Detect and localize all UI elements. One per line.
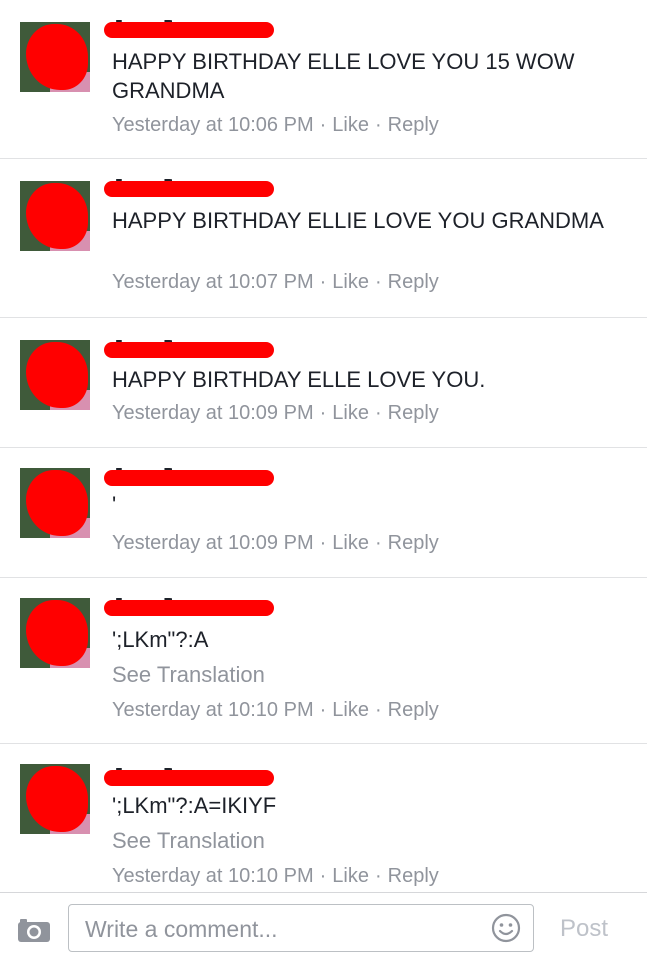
commenter-name[interactable]: Jean Denise: [104, 764, 274, 788]
redaction-mark: [104, 181, 274, 197]
like-link[interactable]: Like: [332, 699, 369, 721]
comment-item: Jean Denise HAPPY BIRTHDAY ELLE LOVE YOU…: [0, 0, 647, 159]
comment-timestamp[interactable]: Yesterday at 10:09 PM: [112, 402, 314, 424]
commenter-name[interactable]: Jean Denise: [104, 175, 274, 199]
redaction-mark: [26, 183, 88, 249]
like-link[interactable]: Like: [332, 402, 369, 424]
redaction-mark: [104, 470, 274, 486]
comment-text: ';LKm"?:A=IKIYF: [112, 793, 277, 818]
comment-timestamp[interactable]: Yesterday at 10:09 PM: [112, 532, 314, 554]
comment-timestamp[interactable]: Yesterday at 10:07 PM: [112, 271, 314, 293]
comment-meta: Yesterday at 10:06 PM · Like · Reply: [112, 114, 439, 136]
comment-meta: Yesterday at 10:07 PM · Like · Reply: [112, 271, 439, 293]
camera-icon[interactable]: [17, 917, 51, 942]
comment-item: Jean Denise HAPPY BIRTHDAY ELLE LOVE YOU…: [0, 318, 647, 448]
like-link[interactable]: Like: [332, 271, 369, 293]
redaction-mark: [26, 24, 88, 90]
reply-link[interactable]: Reply: [388, 532, 439, 554]
comment-text: HAPPY BIRTHDAY ELLIE LOVE YOU GRANDMA: [112, 208, 604, 233]
post-button[interactable]: Post: [560, 915, 608, 943]
reply-link[interactable]: Reply: [388, 114, 439, 136]
redaction-mark: [26, 766, 88, 832]
reply-link[interactable]: Reply: [388, 271, 439, 293]
commenter-name[interactable]: Jean Denise: [104, 16, 274, 40]
avatar[interactable]: [20, 598, 90, 668]
see-translation-link[interactable]: See Translation: [112, 661, 265, 689]
reply-link[interactable]: Reply: [388, 699, 439, 721]
comment-text: HAPPY BIRTHDAY ELLE LOVE YOU.: [112, 367, 486, 392]
like-link[interactable]: Like: [332, 114, 369, 136]
commenter-name[interactable]: Jean Denise: [104, 336, 274, 360]
comment-text: ': [112, 492, 117, 517]
comment-input-box[interactable]: [68, 904, 534, 952]
redaction-mark: [104, 22, 274, 38]
comment-timestamp[interactable]: Yesterday at 10:06 PM: [112, 114, 314, 136]
redaction-mark: [104, 770, 274, 786]
comment-item: Jean Denise ';LKm"?:A See Translation Ye…: [0, 578, 647, 744]
comment-item: Jean Denise HAPPY BIRTHDAY ELLIE LOVE YO…: [0, 159, 647, 318]
comment-text: HAPPY BIRTHDAY ELLE LOVE YOU 15 WOW GRAN…: [112, 49, 575, 103]
avatar[interactable]: [20, 340, 90, 410]
comment-item: Jean Denise ';LKm"?:A=IKIYF See Translat…: [0, 744, 647, 892]
avatar[interactable]: [20, 764, 90, 834]
avatar[interactable]: [20, 181, 90, 251]
redaction-mark: [26, 470, 88, 536]
comment-meta: Yesterday at 10:09 PM · Like · Reply: [112, 402, 439, 424]
redaction-mark: [26, 342, 88, 408]
reply-link[interactable]: Reply: [388, 865, 439, 887]
commenter-name[interactable]: Jean Denise: [104, 464, 274, 488]
like-link[interactable]: Like: [332, 865, 369, 887]
see-translation-link[interactable]: See Translation: [112, 827, 265, 855]
comment-meta: Yesterday at 10:10 PM · Like · Reply: [112, 699, 439, 721]
like-link[interactable]: Like: [332, 532, 369, 554]
redaction-mark: [104, 600, 274, 616]
comment-timestamp[interactable]: Yesterday at 10:10 PM: [112, 865, 314, 887]
comment-meta: Yesterday at 10:09 PM · Like · Reply: [112, 532, 439, 554]
avatar[interactable]: [20, 22, 90, 92]
commenter-name[interactable]: Jean Denise: [104, 594, 274, 618]
comment-text: ';LKm"?:A: [112, 627, 209, 652]
avatar[interactable]: [20, 468, 90, 538]
comment-composer: Post: [0, 892, 647, 962]
reply-link[interactable]: Reply: [388, 402, 439, 424]
comment-timestamp[interactable]: Yesterday at 10:10 PM: [112, 699, 314, 721]
redaction-mark: [26, 600, 88, 666]
comment-meta: Yesterday at 10:10 PM · Like · Reply: [112, 865, 439, 887]
comment-input[interactable]: [83, 913, 477, 945]
redaction-mark: [104, 342, 274, 358]
comment-item: Jean Denise ' Yesterday at 10:09 PM·Like…: [0, 448, 647, 578]
smiley-icon[interactable]: [491, 913, 521, 943]
